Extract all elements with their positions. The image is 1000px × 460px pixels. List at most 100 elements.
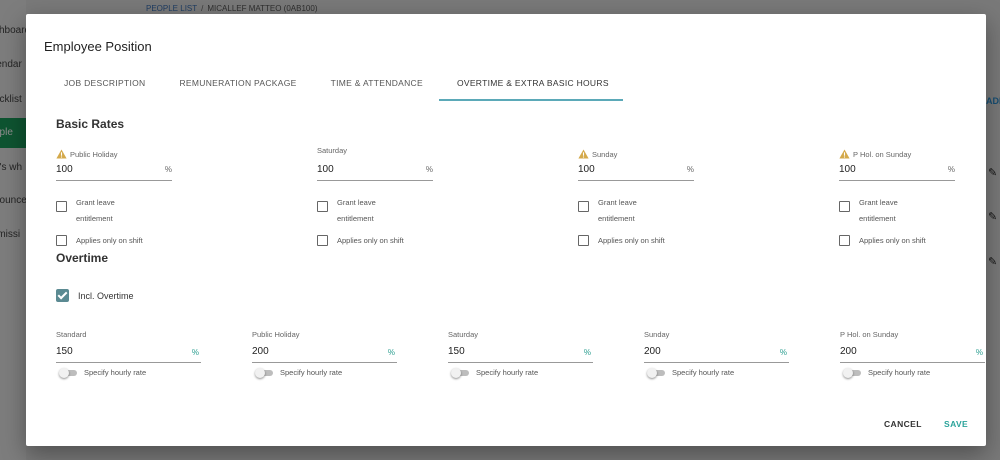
- applies-only-on-shift-label: Applies only on shift: [337, 236, 404, 245]
- incl-overtime-label: Incl. Overtime: [78, 290, 134, 301]
- specify-hourly-rate-row: Specify hourly rate: [647, 368, 735, 378]
- warning-icon: [578, 149, 589, 159]
- dialog-title: Employee Position: [44, 39, 152, 54]
- grant-leave-line1: Grant leave: [859, 198, 898, 207]
- grant-leave-label: Grant leave entitlement: [598, 195, 637, 227]
- percent-unit: %: [975, 348, 983, 357]
- specify-hourly-rate-row: Specify hourly rate: [451, 368, 539, 378]
- applies-shift-row: Applies only on shift: [56, 235, 143, 246]
- tab-remuneration-package[interactable]: REMUNERATION PACKAGE: [159, 66, 310, 101]
- specify-hourly-rate-toggle[interactable]: [647, 368, 665, 378]
- warning-icon: [56, 149, 67, 159]
- public-holiday-rate-input[interactable]: 100 %: [56, 163, 172, 181]
- tab-bar: JOB DESCRIPTION REMUNERATION PACKAGE TIM…: [44, 66, 623, 101]
- specify-hourly-rate-label: Specify hourly rate: [672, 368, 735, 377]
- grant-leave-row: Grant leave entitlement: [839, 198, 898, 227]
- overtime-value: 200: [840, 346, 857, 357]
- grant-leave-label: Grant leave entitlement: [859, 195, 898, 227]
- grant-leave-line2: entitlement: [337, 214, 374, 223]
- overtime-label: Saturday: [448, 330, 479, 339]
- grant-leave-checkbox[interactable]: [317, 201, 328, 212]
- grant-leave-line1: Grant leave: [598, 198, 637, 207]
- sunday-rate-input[interactable]: 100 %: [578, 163, 694, 181]
- specify-hourly-rate-label: Specify hourly rate: [280, 368, 343, 377]
- saturday-rate-input[interactable]: 100 %: [317, 163, 433, 181]
- rate-label-text: Public Holiday: [70, 149, 118, 159]
- rate-label: Public Holiday: [56, 149, 118, 159]
- sunday-overtime-input[interactable]: 200 %: [644, 344, 789, 363]
- applies-only-on-shift-checkbox[interactable]: [839, 235, 850, 246]
- percent-unit: %: [583, 348, 591, 357]
- grant-leave-row: Grant leave entitlement: [56, 198, 115, 227]
- overtime-label: Public Holiday: [252, 330, 300, 339]
- rate-value: 100: [578, 164, 595, 175]
- applies-only-on-shift-label: Applies only on shift: [76, 236, 143, 245]
- applies-only-on-shift-label: Applies only on shift: [859, 236, 926, 245]
- overtime-value: 150: [56, 346, 73, 357]
- grant-leave-line1: Grant leave: [76, 198, 115, 207]
- percent-unit: %: [779, 348, 787, 357]
- overtime-value: 200: [252, 346, 269, 357]
- grant-leave-checkbox[interactable]: [578, 201, 589, 212]
- specify-hourly-rate-label: Specify hourly rate: [84, 368, 147, 377]
- tab-job-description[interactable]: JOB DESCRIPTION: [44, 66, 159, 101]
- rate-value: 100: [317, 164, 334, 175]
- specify-hourly-rate-toggle[interactable]: [451, 368, 469, 378]
- percent-unit: %: [164, 165, 172, 174]
- specify-hourly-rate-toggle[interactable]: [255, 368, 273, 378]
- rate-label-text: Saturday: [317, 146, 348, 155]
- applies-only-on-shift-checkbox[interactable]: [578, 235, 589, 246]
- tab-time-attendance[interactable]: TIME & ATTENDANCE: [311, 66, 437, 101]
- percent-unit: %: [191, 348, 199, 357]
- specify-hourly-rate-row: Specify hourly rate: [255, 368, 343, 378]
- rate-label: P Hol. on Sunday: [839, 149, 911, 159]
- warning-icon: [839, 149, 850, 159]
- grant-leave-checkbox[interactable]: [839, 201, 850, 212]
- employee-position-dialog: Employee Position JOB DESCRIPTION REMUNE…: [26, 14, 986, 446]
- specify-hourly-rate-label: Specify hourly rate: [868, 368, 931, 377]
- specify-hourly-rate-toggle[interactable]: [843, 368, 861, 378]
- basic-rates-heading: Basic Rates: [56, 117, 125, 131]
- public-holiday-overtime-input[interactable]: 200 %: [252, 344, 397, 363]
- standard-overtime-input[interactable]: 150 %: [56, 344, 201, 363]
- incl-overtime-row: Incl. Overtime: [56, 289, 134, 302]
- grant-leave-row: Grant leave entitlement: [578, 198, 637, 227]
- rate-label: Sunday: [578, 149, 617, 159]
- rate-label: Saturday: [317, 146, 347, 155]
- rate-label-text: Sunday: [592, 149, 618, 159]
- percent-unit: %: [387, 348, 395, 357]
- p-hol-on-sunday-overtime-input[interactable]: 200 %: [840, 344, 985, 363]
- grant-leave-label: Grant leave entitlement: [337, 195, 376, 227]
- grant-leave-line2: entitlement: [598, 214, 635, 223]
- overtime-label: Standard: [56, 330, 87, 339]
- overtime-label: P Hol. on Sunday: [840, 330, 899, 339]
- grant-leave-line2: entitlement: [859, 214, 896, 223]
- rate-value: 100: [839, 164, 856, 175]
- grant-leave-line2: entitlement: [76, 214, 113, 223]
- saturday-overtime-input[interactable]: 150 %: [448, 344, 593, 363]
- percent-unit: %: [686, 165, 694, 174]
- grant-leave-label: Grant leave entitlement: [76, 195, 115, 227]
- specify-hourly-rate-label: Specify hourly rate: [476, 368, 539, 377]
- incl-overtime-checkbox[interactable]: [56, 289, 69, 302]
- grant-leave-checkbox[interactable]: [56, 201, 67, 212]
- applies-only-on-shift-checkbox[interactable]: [56, 235, 67, 246]
- applies-only-on-shift-checkbox[interactable]: [317, 235, 328, 246]
- specify-hourly-rate-toggle[interactable]: [59, 368, 77, 378]
- percent-unit: %: [947, 165, 955, 174]
- specify-hourly-rate-row: Specify hourly rate: [59, 368, 147, 378]
- grant-leave-line1: Grant leave: [337, 198, 376, 207]
- rate-value: 100: [56, 164, 73, 175]
- save-button[interactable]: SAVE: [944, 419, 968, 429]
- applies-only-on-shift-label: Applies only on shift: [598, 236, 665, 245]
- rate-label-text: P Hol. on Sunday: [853, 149, 912, 159]
- overtime-value: 200: [644, 346, 661, 357]
- percent-unit: %: [425, 165, 433, 174]
- tab-overtime-extra-basic-hours[interactable]: OVERTIME & EXTRA BASIC HOURS: [437, 66, 623, 101]
- cancel-button[interactable]: CANCEL: [884, 419, 922, 429]
- overtime-heading: Overtime: [56, 251, 109, 265]
- specify-hourly-rate-row: Specify hourly rate: [843, 368, 931, 378]
- overtime-label: Sunday: [644, 330, 670, 339]
- applies-shift-row: Applies only on shift: [317, 235, 404, 246]
- p-hol-on-sunday-rate-input[interactable]: 100 %: [839, 163, 955, 181]
